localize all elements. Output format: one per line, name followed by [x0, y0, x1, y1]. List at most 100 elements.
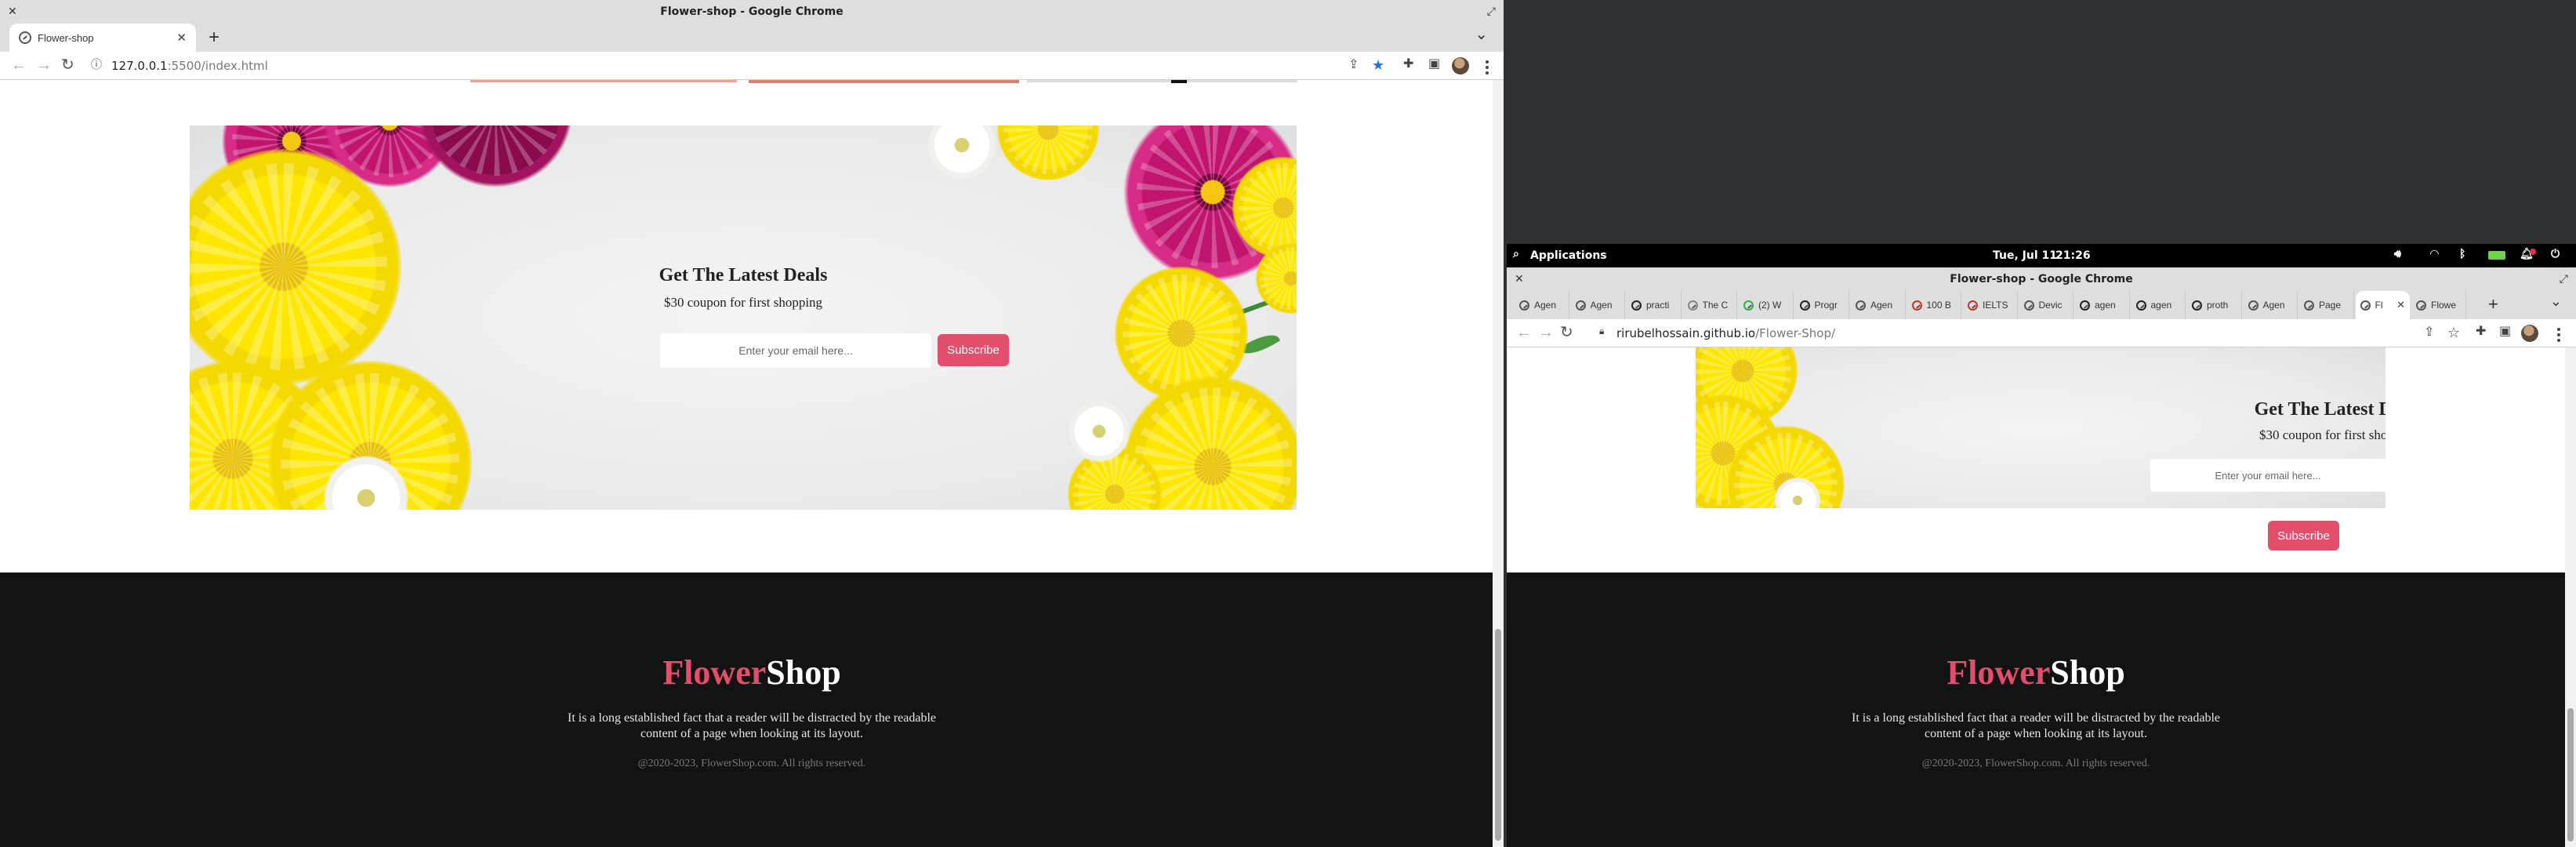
tab-16[interactable]: Flowe — [2411, 291, 2466, 319]
footer-description-line: content of a page when looking at its la… — [640, 727, 863, 740]
subscribe-button[interactable]: Subscribe — [2268, 521, 2339, 551]
kebab-menu-icon[interactable] — [2557, 328, 2560, 344]
subscribe-button[interactable]: Subscribe — [938, 334, 1009, 366]
tab-9[interactable]: Devic — [2019, 291, 2073, 319]
tab-strip: Flower-shop ✕ + ⌄ — [0, 24, 1504, 52]
favicon-icon — [1687, 300, 1698, 311]
reload-icon[interactable]: ↻ — [61, 57, 74, 73]
brand-flower: Flower — [662, 653, 767, 692]
tab-label: agen — [2095, 300, 2116, 311]
tab-4[interactable]: (2) W — [1739, 291, 1794, 319]
prev-section-mark — [1171, 80, 1187, 83]
prev-section-line — [749, 80, 1019, 83]
avatar[interactable] — [1452, 57, 1469, 75]
star-icon[interactable]: ☆ — [2447, 325, 2460, 340]
email-field[interactable] — [2150, 459, 2386, 492]
tab-5[interactable]: Progr — [1795, 291, 1849, 319]
search-icon[interactable]: ⌕ — [1513, 248, 1519, 260]
tab-1[interactable]: Agen — [1571, 291, 1625, 319]
copyright-text: @2020-2023, FlowerShop.com. All rights r… — [1921, 758, 2150, 769]
scrollbar[interactable] — [1493, 80, 1504, 847]
footer-brand: FlowerShop — [1507, 653, 2565, 693]
kebab-menu-icon[interactable] — [1486, 60, 1489, 77]
tab-search-icon[interactable]: ⌄ — [2550, 294, 2562, 308]
right-browser-window: ✕ Flower-shop - Google Chrome ⤢ Agen Agen… — [1507, 267, 2576, 847]
favicon-icon — [2135, 300, 2146, 311]
desktop-top-panel: ⌕ Applications Tue, Jul 11 21:26 🔊︎ ◠ ᛒ … — [1507, 244, 2576, 267]
new-tab-button[interactable]: + — [209, 28, 220, 47]
footer-description-line: It is a long established fact that a rea… — [1851, 711, 2221, 725]
maximize-icon[interactable]: ⤢ — [1487, 0, 1496, 24]
footer-brand: FlowerShop — [0, 653, 1504, 693]
scrollbar-thumb[interactable] — [1495, 629, 1501, 841]
scrollbar[interactable] — [2565, 347, 2576, 847]
tab-search-icon[interactable]: ⌄ — [1475, 27, 1488, 42]
tab-close-icon[interactable]: ✕ — [176, 31, 187, 45]
sidebar-icon[interactable]: ▣ — [1428, 58, 1440, 71]
favicon-icon — [2192, 300, 2202, 311]
back-icon[interactable]: ← — [1516, 325, 1532, 340]
back-icon[interactable]: ← — [11, 57, 27, 73]
scrollbar-thumb[interactable] — [2567, 708, 2574, 842]
address-bar[interactable]: 127.0.0.1:5500/index.html — [111, 59, 268, 73]
battery-icon[interactable] — [2488, 251, 2505, 260]
avatar[interactable] — [2521, 325, 2538, 342]
favicon-icon — [1519, 300, 1529, 311]
extensions-icon[interactable]: ✚ — [2476, 325, 2486, 338]
footer-description-line: content of a page when looking at its la… — [1925, 727, 2147, 740]
address-bar[interactable]: rirubelhossain.github.io/Flower-Shop/ — [1616, 326, 1835, 340]
tab-label: The C — [1702, 300, 1729, 311]
forward-icon[interactable]: → — [36, 57, 52, 73]
tab-flower-shop[interactable]: Flower-shop ✕ — [9, 24, 196, 52]
power-icon[interactable]: ⏻ — [2551, 248, 2560, 260]
email-field[interactable] — [660, 333, 931, 368]
wifi-icon[interactable]: ◠ — [2430, 248, 2439, 260]
sidebar-icon[interactable]: ▣ — [2499, 325, 2511, 338]
volume-icon[interactable]: 🔊︎ — [2394, 248, 2401, 260]
window-titlebar: ✕ Flower-shop - Google Chrome ⤢ — [0, 0, 1504, 24]
tab-strip: Agen Agen practi The C (2) W Progr Agen 100 B IE… — [1507, 291, 2576, 319]
bluetooth-icon[interactable]: ᛒ — [2459, 248, 2465, 260]
tab-11[interactable]: agen — [2132, 291, 2186, 319]
window-close-button[interactable]: ✕ — [8, 0, 17, 24]
new-tab-button[interactable]: + — [2488, 296, 2498, 313]
tab-8[interactable]: IELTS — [1963, 291, 2018, 319]
panel-date[interactable]: Tue, Jul 11 — [1993, 249, 2057, 262]
applications-menu[interactable]: Applications — [1530, 249, 1607, 262]
extensions-icon[interactable]: ✚ — [1403, 58, 1413, 71]
tab-6[interactable]: Agen — [1851, 291, 1906, 319]
deals-subtitle: $30 coupon for first shopping — [2259, 427, 2386, 442]
tab-label: (2) W — [1758, 300, 1782, 311]
star-icon[interactable]: ★ — [1372, 58, 1384, 72]
tab-13[interactable]: Agen — [2244, 291, 2298, 319]
forward-icon[interactable]: → — [1538, 325, 1554, 340]
tab-10[interactable]: agen — [2075, 291, 2130, 319]
tab-label: Fl — [2375, 300, 2383, 311]
deals-banner: Get The Latest Deals $30 coupon for firs… — [190, 125, 1297, 510]
notification-dot — [2530, 249, 2536, 255]
tab-label: practi — [1646, 300, 1670, 311]
tab-close-icon[interactable]: ✕ — [2396, 299, 2405, 311]
tab-2[interactable]: practi — [1627, 291, 1682, 319]
tab-label: agen — [2150, 300, 2172, 311]
tab-3[interactable]: The C — [1683, 291, 1737, 319]
tab-12[interactable]: proth — [2187, 291, 2242, 319]
info-icon[interactable]: ⓘ — [91, 59, 102, 70]
tab-7[interactable]: 100 B — [1907, 291, 1961, 319]
lock-icon[interactable]: 🔒︎ — [1599, 326, 1604, 336]
deals-subtitle: $30 coupon for first shopping — [663, 295, 823, 310]
site-footer: FlowerShop It is a long established fact… — [1507, 573, 2565, 847]
panel-time[interactable]: 21:26 — [2055, 249, 2091, 262]
tab-15[interactable]: Fl ✕ — [2355, 291, 2410, 319]
tab-label: IELTS — [1983, 300, 2008, 311]
maximize-icon[interactable]: ⤢ — [2560, 267, 2568, 291]
window-close-button[interactable]: ✕ — [1515, 267, 1524, 291]
favicon-icon — [2080, 300, 2090, 311]
tab-0[interactable]: Agen — [1515, 291, 1569, 319]
share-icon[interactable]: ⇪ — [1348, 59, 1359, 71]
reload-icon[interactable]: ↻ — [1560, 325, 1573, 340]
tab-14[interactable]: Page — [2299, 291, 2354, 319]
share-icon[interactable]: ⇪ — [2424, 326, 2434, 339]
url-path: :5500/index.html — [167, 59, 268, 73]
prev-section-line — [470, 80, 737, 82]
